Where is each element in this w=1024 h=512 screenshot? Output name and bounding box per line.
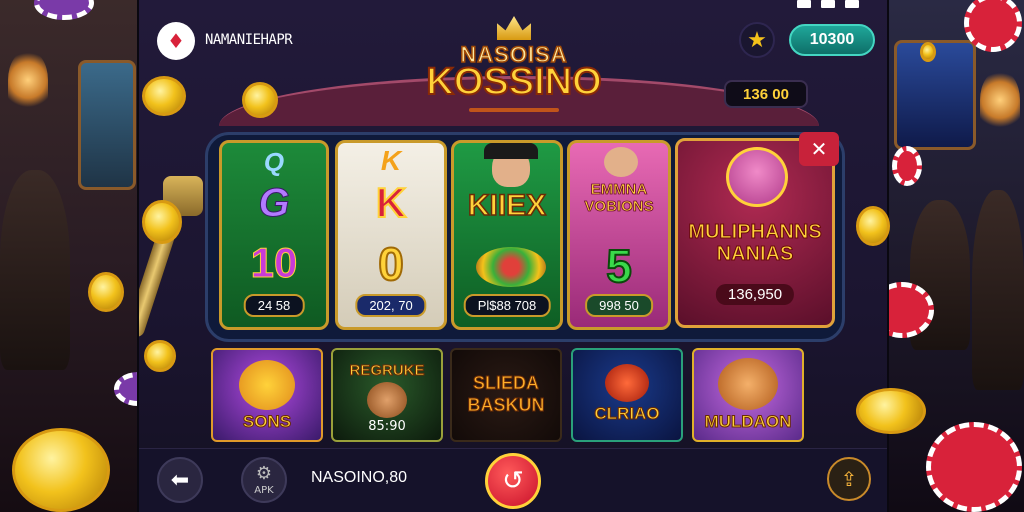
gold-coin — [12, 428, 110, 512]
fruit-icon — [605, 364, 649, 402]
fruit-bowl-icon — [476, 247, 546, 287]
apk-label: APK — [254, 485, 274, 496]
poker-chip — [926, 422, 1022, 512]
wifi-icon — [797, 0, 811, 8]
reel-value: 998 50 — [585, 294, 653, 317]
gold-coin — [88, 272, 124, 312]
logo-underline — [469, 108, 559, 112]
crown-icon — [497, 16, 531, 40]
game-title: SONS — [242, 412, 292, 432]
logo-main-text: KOSSINO — [425, 61, 602, 103]
back-button[interactable]: ⬅ — [157, 457, 203, 503]
monkey-character-icon — [367, 382, 407, 418]
game-tile[interactable]: CLRIAO — [571, 348, 683, 442]
site-name: NASOINO,80 — [311, 469, 408, 486]
reel-value: 24 58 — [243, 294, 305, 317]
game-tile[interactable]: REGRUKE 85:90 — [331, 348, 443, 442]
spin-button[interactable]: ↺ — [485, 453, 541, 509]
gold-coin — [920, 42, 936, 62]
close-icon: ✕ — [810, 137, 828, 161]
battery-icon — [821, 0, 835, 8]
favorites-button[interactable]: ★ — [739, 22, 775, 58]
casino-logo: NASOISA KOSSINO — [409, 16, 619, 114]
fox-character-icon — [718, 358, 778, 410]
reel-symbol: 5 — [605, 239, 633, 293]
slot-machine-bg — [78, 60, 136, 190]
gold-coin — [144, 340, 176, 372]
game-title: CLRIAO — [594, 404, 660, 424]
app-logo-button[interactable]: ♦ — [157, 22, 195, 60]
reel-3[interactable]: KIIEX Pl$88 708 — [451, 140, 563, 330]
reel-symbol: Q — [263, 147, 285, 177]
reel-symbol: 10 — [250, 239, 298, 287]
apk-download-button[interactable]: ⚙ APK — [241, 457, 287, 503]
reel-value: 136,950 — [715, 284, 795, 305]
reel-symbol: 0 — [377, 237, 405, 291]
status-bar — [797, 0, 859, 10]
spin-icon: ↺ — [502, 466, 524, 496]
bottom-nav: ⬅ ⚙ APK NASOINO,80 ↺ ⇪ — [139, 448, 887, 512]
game-title: REGRUKE — [349, 362, 425, 380]
reel-1[interactable]: Q G 10 24 58 — [219, 140, 329, 330]
game-tile[interactable]: SONS — [211, 348, 323, 442]
star-icon: ★ — [747, 27, 767, 53]
reel-symbol: G — [258, 181, 290, 226]
exit-icon: ⇪ — [840, 467, 858, 491]
poker-chip — [892, 146, 922, 186]
reel-symbol: MULIPHANNS NANIAS — [688, 221, 822, 266]
game-tile[interactable]: SLIEDA BASKUN — [450, 348, 562, 442]
gold-coin — [856, 206, 890, 246]
casino-app-screen: ♦ NAMANIEHAPR ★ 10300 NASOISA KOSSINO 13… — [137, 0, 889, 512]
game-title: MULDAON — [704, 412, 792, 432]
reel-symbol: K — [380, 145, 402, 176]
reel-symbol: KIIEX — [467, 188, 547, 223]
reel-value: Pl$88 708 — [463, 294, 551, 317]
person-silhouette — [0, 170, 70, 370]
reel-symbol: K — [375, 178, 407, 227]
lamp-light — [980, 70, 1020, 130]
diamond-icon: ♦ — [167, 29, 185, 53]
gold-coin — [242, 82, 278, 118]
app-name: NAMANIEHAPR — [205, 32, 293, 48]
close-button[interactable]: ✕ — [799, 132, 839, 166]
game-counter: 85:90 — [368, 419, 406, 434]
gear-icon: ⚙ — [255, 463, 273, 484]
exit-button[interactable]: ⇪ — [827, 457, 871, 501]
lamp-light — [8, 50, 48, 110]
person-silhouette — [972, 190, 1024, 390]
battery-icon — [845, 0, 859, 8]
reel-5-bonus[interactable]: MULIPHANNS NANIAS 136,950 — [675, 138, 835, 328]
gold-coin — [142, 200, 182, 244]
gold-coin — [142, 76, 186, 116]
character-hat — [484, 143, 538, 159]
reel-value: 202, 70 — [355, 294, 427, 317]
game-tile[interactable]: MULDAON — [692, 348, 804, 442]
jackpot-display: 136 00 — [724, 80, 808, 108]
reel-symbol: EMMNA VOBIONS — [584, 181, 654, 216]
character-face — [604, 147, 638, 177]
game-title: SLIEDA BASKUN — [467, 373, 545, 416]
gold-coin — [856, 388, 926, 434]
reel-4[interactable]: EMMNA VOBIONS 5 998 50 — [567, 140, 671, 330]
reel-2[interactable]: K K 0 202, 70 — [335, 140, 447, 330]
cat-mascot-icon — [726, 147, 788, 207]
cat-character-icon — [239, 360, 295, 410]
balance-display[interactable]: 10300 — [789, 24, 875, 56]
arrow-left-icon: ⬅ — [170, 467, 190, 493]
